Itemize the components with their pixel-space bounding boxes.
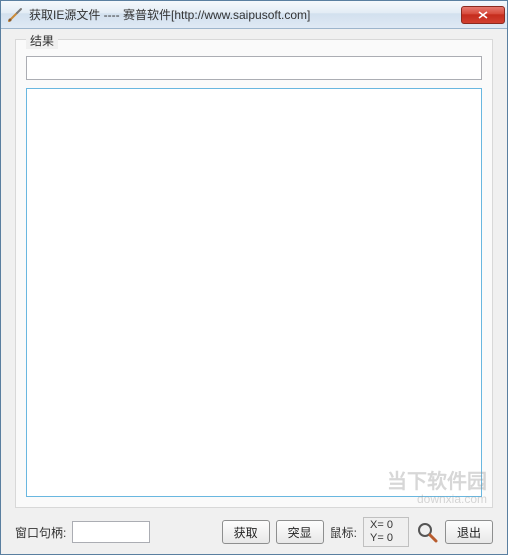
result-group-label: 结果 (26, 32, 58, 49)
highlight-button[interactable]: 突显 (276, 520, 324, 544)
mouse-y: Y= 0 (370, 532, 402, 545)
window-handle-input[interactable] (72, 521, 150, 543)
result-input[interactable] (26, 56, 482, 80)
application-window: 获取IE源文件 ---- 赛普软件[http://www.saipusoft.c… (0, 0, 508, 555)
source-textarea[interactable] (27, 89, 481, 496)
window-title: 获取IE源文件 ---- 赛普软件[http://www.saipusoft.c… (29, 6, 461, 23)
bottom-toolbar: 窗口句柄: 获取 突显 鼠标: X= 0 Y= 0 退出 (15, 508, 493, 546)
mouse-label: 鼠标: (330, 524, 357, 541)
content-area: 结果 窗口句柄: 获取 突显 鼠标: X= 0 Y= 0 退出 (1, 29, 507, 554)
mouse-coordinates: X= 0 Y= 0 (363, 517, 409, 547)
titlebar[interactable]: 获取IE源文件 ---- 赛普软件[http://www.saipusoft.c… (1, 1, 507, 29)
result-group: 结果 (15, 39, 493, 508)
get-button[interactable]: 获取 (222, 520, 270, 544)
close-button[interactable] (461, 6, 505, 24)
app-icon (7, 7, 23, 23)
handle-label: 窗口句柄: (15, 524, 66, 541)
source-textarea-wrap (26, 88, 482, 497)
mouse-x: X= 0 (370, 519, 402, 532)
exit-button[interactable]: 退出 (445, 520, 493, 544)
magnifier-icon[interactable] (415, 520, 439, 544)
